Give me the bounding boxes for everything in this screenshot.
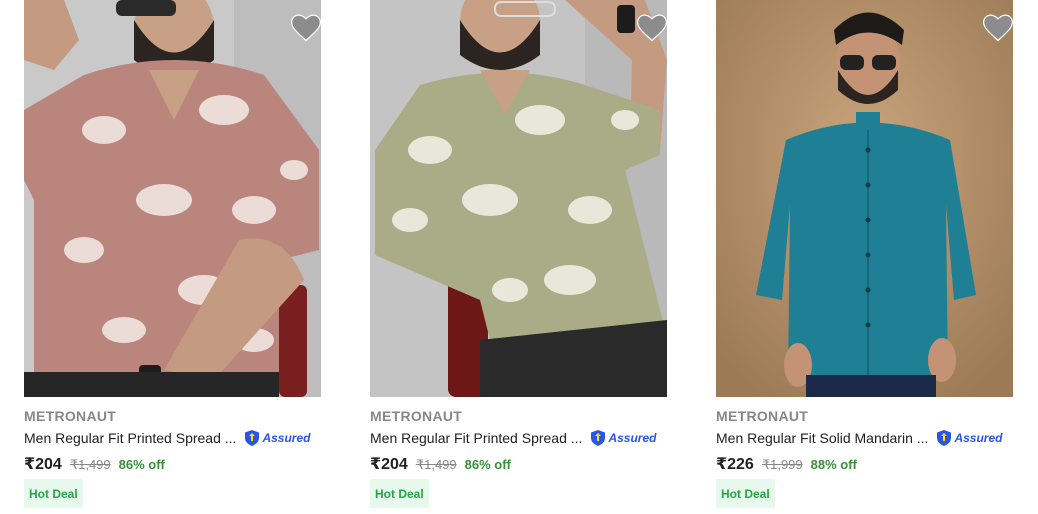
brand-name: METRONAUT: [24, 408, 117, 424]
assured-badge: Assured: [589, 429, 656, 447]
product-title[interactable]: Men Regular Fit Solid Mandarin ...: [716, 430, 928, 446]
product-grid: METRONAUT Men Regular Fit Printed Spread…: [0, 0, 1038, 514]
product-image[interactable]: [370, 0, 667, 397]
heart-icon: [291, 14, 321, 42]
original-price: ₹1,499: [415, 457, 457, 472]
selling-price: ₹226: [716, 456, 754, 473]
heart-icon: [637, 14, 667, 42]
wishlist-button[interactable]: [637, 14, 667, 42]
selling-price: ₹204: [24, 456, 62, 473]
price-row: ₹204 ₹1,499 86% off: [24, 454, 165, 474]
assured-shield-icon: [937, 430, 952, 446]
title-row: Men Regular Fit Solid Mandarin ... Assur…: [716, 428, 1013, 448]
product-card[interactable]: METRONAUT Men Regular Fit Solid Mandarin…: [716, 0, 1013, 514]
brand-name: METRONAUT: [716, 408, 809, 424]
assured-label: Assured: [608, 431, 657, 445]
original-price: ₹1,999: [761, 457, 803, 472]
assured-badge: Assured: [243, 429, 310, 447]
title-row: Men Regular Fit Printed Spread ... Assur…: [24, 428, 321, 448]
assured-label: Assured: [954, 431, 1003, 445]
discount-percent: 86% off: [464, 457, 511, 472]
hot-deal-badge: Hot Deal: [716, 479, 775, 508]
product-card[interactable]: METRONAUT Men Regular Fit Printed Spread…: [370, 0, 667, 514]
original-price: ₹1,499: [69, 457, 111, 472]
price-row: ₹204 ₹1,499 86% off: [370, 454, 511, 474]
wishlist-button[interactable]: [983, 14, 1013, 42]
product-image[interactable]: [716, 0, 1013, 397]
wishlist-button[interactable]: [291, 14, 321, 42]
brand-name: METRONAUT: [370, 408, 463, 424]
heart-icon: [983, 14, 1013, 42]
selling-price: ₹204: [370, 456, 408, 473]
assured-shield-icon: [591, 430, 606, 446]
title-row: Men Regular Fit Printed Spread ... Assur…: [370, 428, 667, 448]
assured-shield-icon: [245, 430, 260, 446]
product-title[interactable]: Men Regular Fit Printed Spread ...: [370, 430, 582, 446]
price-row: ₹226 ₹1,999 88% off: [716, 454, 857, 474]
hot-deal-badge: Hot Deal: [370, 479, 429, 508]
product-image[interactable]: [24, 0, 321, 397]
assured-badge: Assured: [935, 429, 1002, 447]
product-card[interactable]: METRONAUT Men Regular Fit Printed Spread…: [24, 0, 321, 514]
discount-percent: 86% off: [118, 457, 165, 472]
hot-deal-badge: Hot Deal: [24, 479, 83, 508]
discount-percent: 88% off: [810, 457, 857, 472]
assured-label: Assured: [262, 431, 311, 445]
product-title[interactable]: Men Regular Fit Printed Spread ...: [24, 430, 236, 446]
